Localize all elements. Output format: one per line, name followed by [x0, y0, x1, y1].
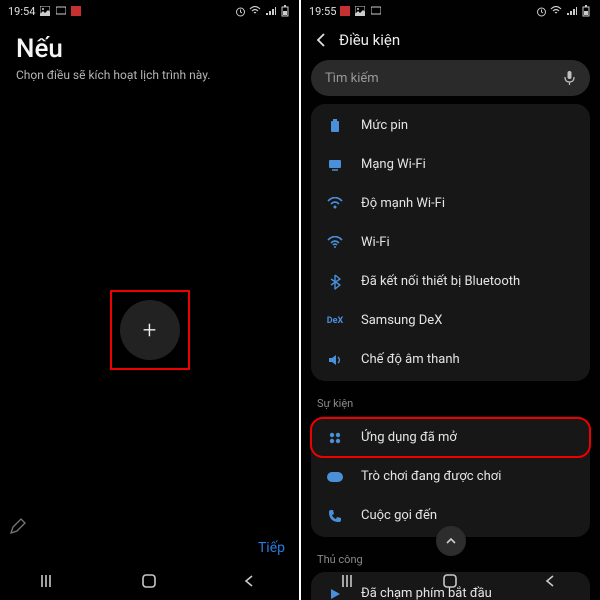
condition-item-wifi[interactable]: Wi-Fi — [311, 223, 590, 262]
item-label: Độ mạnh Wi-Fi — [361, 196, 445, 211]
search-placeholder: Tìm kiếm — [325, 71, 563, 86]
edit-button[interactable] — [4, 512, 32, 540]
bluetooth-icon — [325, 272, 345, 292]
chat-icon — [370, 5, 382, 17]
page-subtitle: Chọn điều sẽ kích hoạt lịch trình này. — [16, 68, 283, 82]
nav-bar — [0, 562, 299, 600]
recents-button[interactable] — [340, 570, 362, 592]
wifi-status-icon — [550, 5, 562, 17]
dex-icon: DeX — [325, 311, 345, 331]
item-label: Trò chơi đang được chơi — [361, 469, 501, 484]
wifi-strength-icon — [325, 194, 345, 214]
condition-item-battery[interactable]: Mức pin — [311, 106, 590, 145]
condition-item-apps[interactable]: Ứng dụng đã mở — [311, 418, 590, 457]
condition-group-status: Mức pin Mạng Wi-Fi Độ mạnh Wi-Fi Wi-Fi Đã kế… — [311, 104, 590, 381]
battery-icon — [325, 116, 345, 136]
wifi-icon — [325, 233, 345, 253]
recents-button[interactable] — [39, 570, 61, 592]
left-screen: 19:54 Nếu Chọn điều sẽ kích hoạt lịch tr… — [0, 0, 299, 600]
item-label: Mạng Wi-Fi — [361, 157, 426, 172]
back-button[interactable] — [238, 570, 260, 592]
apps-icon — [325, 428, 345, 448]
clock: 19:54 — [8, 5, 35, 18]
condition-item-sound[interactable]: Chế độ âm thanh — [311, 340, 590, 379]
wifi-status-icon — [249, 5, 261, 17]
home-button[interactable] — [439, 570, 461, 592]
condition-item-wifi-net[interactable]: Mạng Wi-Fi — [311, 145, 590, 184]
status-bar: 19:55 — [301, 0, 600, 22]
next-button[interactable]: Tiếp — [258, 540, 285, 556]
record-icon — [340, 6, 350, 16]
battery-status-icon — [580, 5, 592, 17]
search-input[interactable]: Tìm kiếm — [311, 60, 590, 96]
clock: 19:55 — [309, 5, 336, 18]
add-highlight: + — [110, 290, 190, 370]
item-label: Ứng dụng đã mở — [361, 430, 457, 445]
condition-item-dex[interactable]: DeX Samsung DeX — [311, 301, 590, 340]
mic-icon[interactable] — [563, 70, 576, 86]
condition-item-bluetooth[interactable]: Đã kết nối thiết bị Bluetooth — [311, 262, 590, 301]
plus-icon: + — [143, 316, 157, 344]
item-label: Samsung DeX — [361, 313, 442, 328]
condition-item-game[interactable]: Trò chơi đang được chơi — [311, 457, 590, 496]
condition-group-event: Ứng dụng đã mở Trò chơi đang được chơi Cuộ… — [311, 416, 590, 537]
item-label: Đã kết nối thiết bị Bluetooth — [361, 274, 520, 289]
header: Điều kiện — [301, 22, 600, 58]
scroll-top-button[interactable] — [436, 526, 466, 556]
page-title: Điều kiện — [339, 31, 400, 49]
section-label-event: Sự kiện — [311, 391, 590, 416]
back-arrow-icon[interactable] — [313, 32, 329, 48]
alarm-icon — [234, 5, 246, 17]
game-icon — [325, 467, 345, 487]
item-label: Mức pin — [361, 118, 408, 133]
wifi-net-icon — [325, 155, 345, 175]
condition-item-wifi-strength[interactable]: Độ mạnh Wi-Fi — [311, 184, 590, 223]
item-label: Wi-Fi — [361, 235, 390, 250]
chat-icon — [55, 5, 67, 17]
back-button[interactable] — [539, 570, 561, 592]
alarm-icon — [535, 5, 547, 17]
sound-icon — [325, 350, 345, 370]
item-label: Cuộc gọi đến — [361, 508, 437, 523]
record-icon — [71, 6, 81, 16]
call-icon — [325, 506, 345, 526]
gallery-icon — [354, 5, 366, 17]
page-title: Nếu — [16, 34, 283, 64]
item-label: Chế độ âm thanh — [361, 352, 460, 367]
add-condition-button[interactable]: + — [120, 300, 180, 360]
signal-icon — [565, 5, 577, 17]
gallery-icon — [39, 5, 51, 17]
home-button[interactable] — [138, 570, 160, 592]
battery-status-icon — [279, 5, 291, 17]
signal-icon — [264, 5, 276, 17]
right-screen: 19:55 Điều kiện Tìm kiếm Mức pin Mạng Wi-… — [301, 0, 600, 600]
status-bar: 19:54 — [0, 0, 299, 22]
nav-bar — [301, 562, 600, 600]
